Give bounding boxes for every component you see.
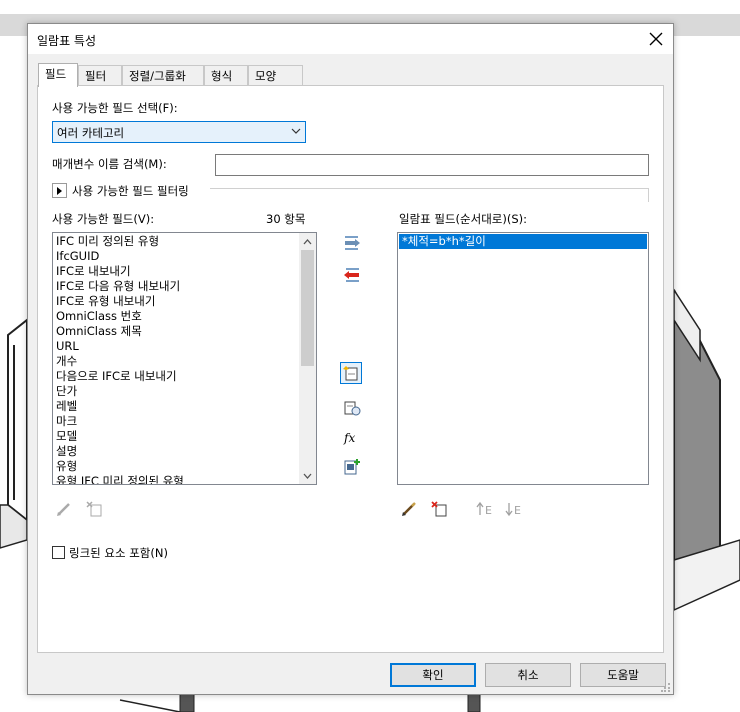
delete-scheduled-button[interactable] bbox=[428, 498, 450, 520]
available-field-item[interactable]: IFC로 다음 유형 내보내기 bbox=[53, 279, 316, 294]
svg-text:E: E bbox=[514, 504, 521, 517]
ok-button[interactable]: 확인 bbox=[390, 663, 476, 687]
close-button[interactable] bbox=[643, 26, 669, 52]
available-field-item[interactable]: 개수 bbox=[53, 354, 316, 369]
remove-field-button[interactable] bbox=[341, 264, 363, 286]
dialog-title: 일람표 특성 bbox=[37, 34, 97, 48]
category-dropdown[interactable]: 여러 카테고리 bbox=[52, 121, 306, 143]
delete-available-button[interactable] bbox=[83, 498, 105, 520]
search-parameter-label: 매개변수 이름 검색(M): bbox=[52, 157, 167, 171]
schedule-properties-dialog: 일람표 특성 필드 필터 정렬/그룹화 형식 모양 사용 가능한 필드 선택(F… bbox=[27, 23, 674, 695]
edit-available-button[interactable] bbox=[53, 498, 75, 520]
include-linked-label: 링크된 요소 포함(N) bbox=[69, 546, 168, 560]
scheduled-fields-label: 일람표 필드(순서대로)(S): bbox=[399, 212, 527, 226]
fields-tab-panel: 사용 가능한 필드 선택(F): 여러 카테고리 매개변수 이름 검색(M): … bbox=[37, 85, 664, 653]
move-up-button[interactable]: E bbox=[474, 498, 496, 520]
scroll-down-button[interactable] bbox=[299, 467, 316, 484]
available-field-item[interactable]: IFC 미리 정의된 유형 bbox=[53, 234, 316, 249]
remove-parameter-icon bbox=[344, 268, 359, 282]
chevron-up-icon bbox=[303, 238, 312, 244]
svg-text:fx: fx bbox=[343, 431, 355, 445]
parameter-search-input[interactable] bbox=[215, 154, 649, 176]
available-field-item[interactable]: IFC로 유형 내보내기 bbox=[53, 294, 316, 309]
available-field-item[interactable]: 유형 bbox=[53, 459, 316, 474]
scroll-up-button[interactable] bbox=[299, 233, 316, 250]
edit-pencil-icon bbox=[402, 502, 416, 516]
tab-formatting[interactable]: 형식 bbox=[204, 65, 248, 86]
delete-parameter-icon bbox=[86, 501, 102, 517]
chevron-down-icon bbox=[291, 128, 301, 134]
tab-filter[interactable]: 필터 bbox=[78, 65, 122, 86]
add-combined-parameter-icon bbox=[344, 459, 360, 475]
cancel-button[interactable]: 취소 bbox=[485, 663, 571, 687]
available-field-item[interactable]: 설명 bbox=[53, 444, 316, 459]
dialog-titlebar: 일람표 특성 bbox=[28, 24, 673, 54]
move-down-icon: E bbox=[505, 503, 521, 517]
include-linked-checkbox[interactable] bbox=[52, 546, 65, 559]
formula-button[interactable]: fx bbox=[341, 427, 363, 449]
close-icon bbox=[649, 32, 663, 46]
available-field-item[interactable]: IfcGUID bbox=[53, 249, 316, 264]
available-field-item[interactable]: OmniClass 제목 bbox=[53, 324, 316, 339]
scheduled-fields-list[interactable]: *체적=b*h*길이 bbox=[397, 232, 649, 485]
combine-parameters-button[interactable] bbox=[341, 456, 363, 478]
filter-fields-label: 사용 가능한 필드 필터링 bbox=[72, 184, 189, 198]
tab-appearance[interactable]: 모양 bbox=[248, 65, 303, 86]
move-up-icon: E bbox=[476, 501, 492, 517]
resize-grip-icon[interactable] bbox=[661, 682, 671, 692]
chevron-down-icon bbox=[303, 473, 312, 479]
available-count: 30 항목 bbox=[266, 212, 306, 226]
available-fields-label: 사용 가능한 필드(V): bbox=[52, 212, 155, 226]
available-field-item[interactable]: IFC로 내보내기 bbox=[53, 264, 316, 279]
available-field-item[interactable]: 단가 bbox=[53, 384, 316, 399]
help-button[interactable]: 도움말 bbox=[580, 663, 666, 687]
select-fields-label: 사용 가능한 필드 선택(F): bbox=[52, 101, 178, 115]
tab-fields[interactable]: 필드 bbox=[38, 63, 78, 87]
expand-arrow-icon bbox=[57, 186, 62, 195]
calculated-parameter-button[interactable] bbox=[341, 397, 363, 419]
edit-scheduled-button[interactable] bbox=[398, 498, 420, 520]
available-field-item[interactable]: 마크 bbox=[53, 414, 316, 429]
available-fields-items: IFC 미리 정의된 유형 IfcGUID IFC로 내보내기 IFC로 다음 유형 … bbox=[53, 233, 316, 484]
tab-sorting-grouping[interactable]: 정렬/그룹화 bbox=[122, 65, 204, 86]
new-parameter-icon bbox=[343, 366, 358, 381]
available-field-item[interactable]: 다음으로 IFC로 내보내기 bbox=[53, 369, 316, 384]
scroll-thumb[interactable] bbox=[301, 250, 314, 366]
combine-parameters-icon bbox=[344, 401, 361, 416]
category-dropdown-value: 여러 카테고리 bbox=[57, 126, 125, 140]
edit-pencil-icon bbox=[57, 503, 70, 516]
add-field-button[interactable] bbox=[341, 232, 363, 254]
new-parameter-button[interactable] bbox=[340, 362, 362, 384]
formula-fx-icon: fx bbox=[343, 431, 355, 445]
add-parameter-icon bbox=[345, 236, 360, 250]
available-field-item[interactable]: 유형 IFC 미리 정의된 유형 bbox=[53, 474, 316, 484]
available-fields-list[interactable]: IFC 미리 정의된 유형 IfcGUID IFC로 내보내기 IFC로 다음 유형 … bbox=[52, 232, 317, 485]
available-field-item[interactable]: URL bbox=[53, 339, 316, 354]
filter-expander[interactable] bbox=[52, 183, 67, 198]
available-field-item[interactable]: 모델 bbox=[53, 429, 316, 444]
move-down-button[interactable]: E bbox=[503, 498, 525, 520]
available-field-item[interactable]: OmniClass 번호 bbox=[53, 309, 316, 324]
available-list-scrollbar[interactable] bbox=[299, 233, 316, 484]
filter-group-line bbox=[210, 188, 649, 202]
svg-text:E: E bbox=[485, 504, 492, 517]
available-field-item[interactable]: 레벨 bbox=[53, 399, 316, 414]
delete-parameter-icon bbox=[431, 501, 447, 517]
scheduled-fields-items: *체적=b*h*길이 bbox=[398, 233, 648, 249]
scheduled-field-item[interactable]: *체적=b*h*길이 bbox=[399, 234, 647, 249]
